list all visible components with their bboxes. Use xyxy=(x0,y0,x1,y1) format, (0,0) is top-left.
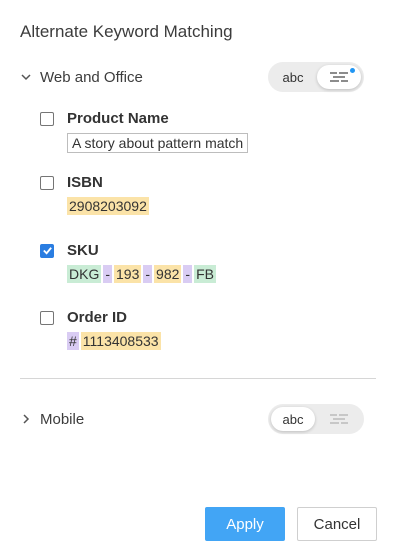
isbn-sample: 2908203092 xyxy=(67,197,149,215)
order-id-checkbox[interactable] xyxy=(40,310,54,325)
sku-segment: DKG xyxy=(67,265,102,283)
field-order-id: Order ID # 1113408533 xyxy=(40,309,161,350)
field-isbn: ISBN 2908203092 xyxy=(40,174,149,215)
cancel-button[interactable]: Cancel xyxy=(297,507,377,541)
pattern-lines-icon xyxy=(330,72,348,82)
order-id-label: Order ID xyxy=(67,309,128,326)
sku-checkbox[interactable] xyxy=(40,243,54,258)
field-product-name: Product Name A story about pattern match xyxy=(40,110,249,153)
order-id-number: 1113408533 xyxy=(80,332,161,350)
text-mode-option[interactable]: abc xyxy=(271,407,315,431)
chevron-right-icon[interactable] xyxy=(20,413,32,425)
pattern-mode-option[interactable] xyxy=(317,407,361,431)
order-id-sample: # 1113408533 xyxy=(67,332,161,350)
isbn-checkbox[interactable] xyxy=(40,175,54,190)
sku-separator: - xyxy=(183,265,193,283)
active-indicator-dot xyxy=(350,68,355,73)
product-name-checkbox[interactable] xyxy=(40,111,54,126)
section-divider xyxy=(20,378,376,379)
sku-sample: DKG - 193 - 982 - FB xyxy=(67,265,216,283)
text-mode-option[interactable]: abc xyxy=(271,65,315,89)
isbn-label: ISBN xyxy=(67,174,103,191)
sku-label: SKU xyxy=(67,242,99,259)
checkmark-icon xyxy=(42,247,52,255)
chevron-down-icon[interactable] xyxy=(20,71,32,83)
section-label-mobile: Mobile xyxy=(40,410,85,428)
section-web-and-office[interactable]: Web and Office abc xyxy=(20,62,382,92)
product-name-sample: A story about pattern match xyxy=(67,133,249,153)
pattern-lines-icon xyxy=(330,414,348,424)
section-label-web: Web and Office xyxy=(40,68,143,86)
apply-button[interactable]: Apply xyxy=(205,507,285,541)
product-name-label: Product Name xyxy=(67,110,169,127)
dialog-title: Alternate Keyword Matching xyxy=(20,22,233,41)
field-sku: SKU DKG - 193 - 982 - FB xyxy=(40,242,216,283)
match-mode-toggle-mobile[interactable]: abc xyxy=(268,404,364,434)
section-mobile[interactable]: Mobile abc xyxy=(20,404,382,434)
order-id-prefix: # xyxy=(67,332,79,350)
sku-segment: FB xyxy=(194,265,216,283)
pattern-mode-option[interactable] xyxy=(317,65,361,89)
sku-separator: - xyxy=(103,265,113,283)
sku-segment: 982 xyxy=(154,265,182,283)
match-mode-toggle-web[interactable]: abc xyxy=(268,62,364,92)
sku-segment: 193 xyxy=(114,265,142,283)
sku-separator: - xyxy=(143,265,153,283)
